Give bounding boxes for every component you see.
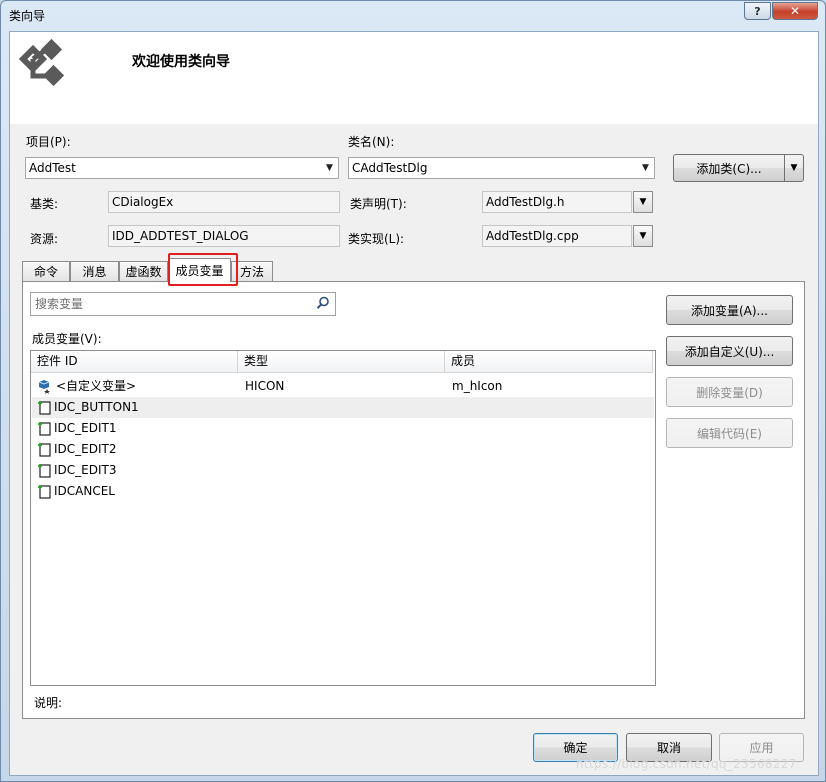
base-class-label: 基类:	[30, 197, 59, 211]
help-icon: ?	[754, 4, 761, 18]
control-icon	[38, 485, 51, 499]
edit-code-button[interactable]: 编辑代码(E)	[666, 418, 793, 448]
classname-value: CAddTestDlg	[352, 161, 428, 175]
control-icon	[38, 464, 51, 478]
search-icon[interactable]	[316, 296, 330, 310]
add-custom-button[interactable]: 添加自定义(U)...	[666, 336, 793, 366]
tab-virtual-functions[interactable]: 虚函数	[119, 261, 168, 281]
row-control-id: IDC_BUTTON1	[54, 400, 139, 414]
watermark: https://blog.csdn.net/qq_23568227	[576, 757, 797, 771]
impl-dropdown[interactable]: ▼	[633, 225, 653, 247]
window-title: 类向导	[9, 9, 46, 23]
row-control-id: IDC_EDIT3	[54, 463, 117, 477]
banner-title: 欢迎使用类向导	[132, 54, 230, 70]
apply-label: 应用	[749, 741, 774, 755]
row-control-id: IDC_EDIT2	[54, 442, 117, 456]
column-header-control-id[interactable]: 控件 ID	[31, 351, 238, 373]
row-control-id: <自定义变量>	[56, 379, 137, 393]
tab-label: 消息	[82, 265, 107, 279]
decl-value: AddTestDlg.h	[486, 195, 565, 209]
close-icon: ✕	[789, 4, 801, 18]
control-icon	[38, 422, 51, 436]
add-custom-label: 添加自定义(U)...	[684, 344, 775, 359]
add-variable-label: 添加变量(A)...	[690, 303, 769, 318]
control-icon	[38, 443, 51, 457]
title-bar[interactable]: 类向导 ? ✕	[1, 1, 825, 29]
decl-field: AddTestDlg.h	[482, 191, 632, 213]
custom-variable-icon	[38, 380, 50, 394]
add-class-label: 添加类(C)...	[696, 161, 762, 176]
table-row[interactable]: IDC_BUTTON1	[32, 397, 654, 418]
tab-label: 虚函数	[125, 265, 162, 279]
impl-field: AddTestDlg.cpp	[482, 225, 632, 247]
impl-label: 类实现(L):	[348, 232, 405, 246]
row-member: m_hIcon	[452, 379, 503, 393]
chevron-down-icon: ▼	[639, 197, 647, 207]
resource-label: 资源:	[30, 232, 59, 246]
banner: 欢迎使用类向导	[10, 32, 818, 124]
cancel-label: 取消	[656, 741, 681, 755]
description-label: 说明:	[34, 696, 63, 710]
decl-label: 类声明(T):	[350, 197, 407, 211]
add-variable-button[interactable]: 添加变量(A)...	[666, 295, 793, 325]
classname-combo[interactable]: CAddTestDlg ▼	[348, 157, 655, 179]
classname-label: 类名(N):	[348, 135, 395, 149]
tab-label: 方法	[239, 265, 264, 279]
chevron-down-icon: ▼	[639, 231, 647, 241]
table-row[interactable]: IDC_EDIT3	[32, 460, 654, 481]
row-control-id: IDCANCEL	[54, 484, 115, 498]
table-row[interactable]: <自定义变量> HICON m_hIcon	[32, 376, 654, 397]
member-list-label: 成员变量(V):	[32, 332, 102, 346]
search-input[interactable]: 搜索变量	[30, 292, 336, 316]
base-class-field: CDialogEx	[108, 191, 340, 213]
member-variable-list[interactable]: 控件 ID 类型 成员 <自定义变量> HICON m_hIcon IDC_BU…	[30, 350, 656, 686]
table-row[interactable]: IDCANCEL	[32, 481, 654, 502]
add-class-button[interactable]: 添加类(C)...	[673, 154, 785, 182]
help-button[interactable]: ?	[744, 2, 771, 20]
add-class-dropdown[interactable]: ▼	[784, 154, 804, 182]
project-label: 项目(P):	[26, 135, 71, 149]
close-button[interactable]: ✕	[772, 2, 818, 20]
ok-label: 确定	[563, 741, 588, 755]
chevron-down-icon: ▼	[642, 163, 649, 173]
control-icon	[38, 401, 51, 415]
class-wizard-window: 类向导 ? ✕ 欢迎使用类向导 项目(P): AddTest ▼ 类名(N): …	[0, 0, 826, 782]
resource-field: IDD_ADDTEST_DIALOG	[108, 225, 340, 247]
base-class-value: CDialogEx	[112, 195, 174, 209]
highlight-box	[168, 253, 238, 286]
tab-messages[interactable]: 消息	[70, 261, 119, 281]
row-type: HICON	[245, 379, 285, 393]
row-control-id: IDC_EDIT1	[54, 421, 117, 435]
table-row[interactable]: IDC_EDIT1	[32, 418, 654, 439]
project-value: AddTest	[29, 161, 76, 175]
chevron-down-icon: ▼	[326, 163, 333, 173]
tab-commands[interactable]: 命令	[22, 261, 70, 281]
dialog-client: 欢迎使用类向导 项目(P): AddTest ▼ 类名(N): CAddTest…	[9, 31, 819, 776]
edit-code-label: 编辑代码(E)	[697, 426, 762, 441]
column-header-type[interactable]: 类型	[238, 351, 445, 373]
class-wizard-logo-icon	[18, 38, 65, 87]
project-combo[interactable]: AddTest ▼	[25, 157, 339, 179]
search-placeholder: 搜索变量	[35, 297, 84, 311]
table-row[interactable]: IDC_EDIT2	[32, 439, 654, 460]
impl-value: AddTestDlg.cpp	[486, 229, 579, 243]
chevron-down-icon: ▼	[790, 163, 798, 173]
delete-variable-button[interactable]: 删除变量(D)	[666, 377, 793, 407]
decl-dropdown[interactable]: ▼	[633, 191, 653, 213]
tab-label: 命令	[33, 265, 58, 279]
delete-variable-label: 删除变量(D)	[696, 385, 763, 400]
column-header-member[interactable]: 成员	[445, 351, 653, 373]
resource-value: IDD_ADDTEST_DIALOG	[112, 229, 249, 243]
